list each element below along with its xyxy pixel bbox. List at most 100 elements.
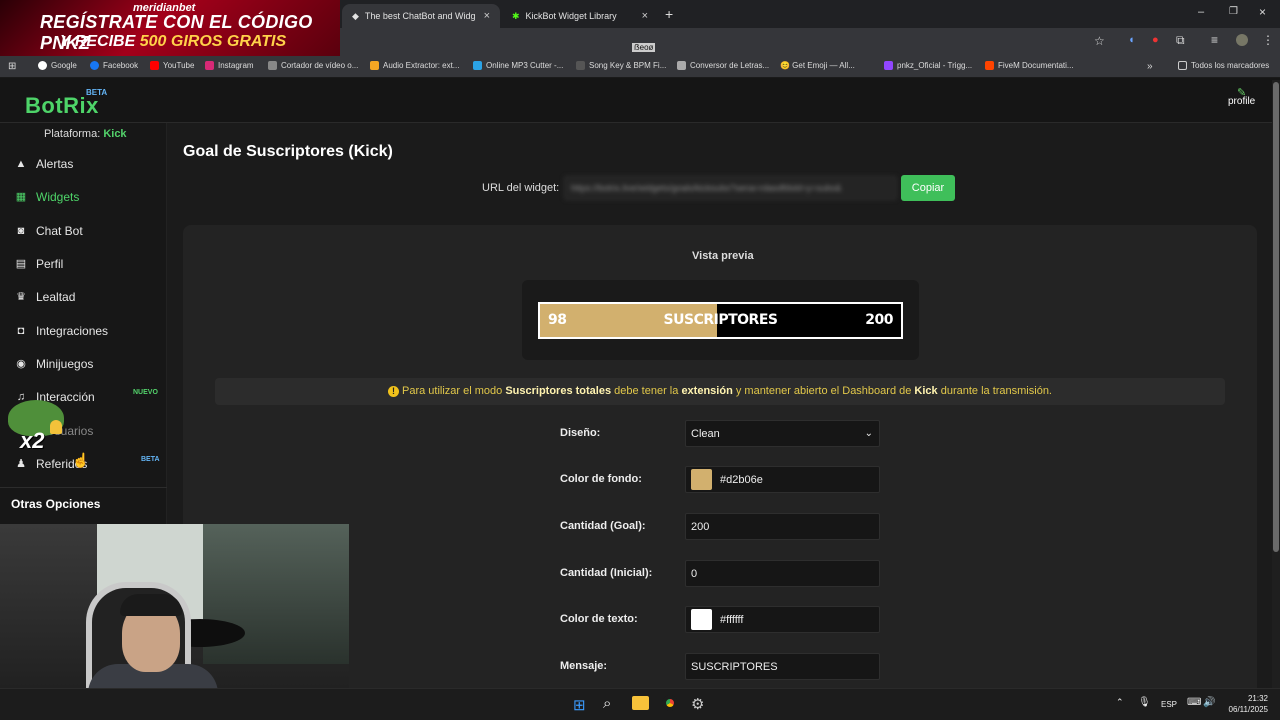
profile-link[interactable]: ✎ profile (1228, 86, 1255, 107)
bookmark-fivem[interactable]: FiveM Documentati... (985, 61, 1074, 70)
sidebar-item-label: Chat Bot (36, 224, 83, 238)
bookmark-youtube[interactable]: YouTube (150, 61, 194, 70)
tab-botrix[interactable]: ◆ The best ChatBot and Widgets × (342, 4, 500, 28)
puzzle-icon[interactable]: ⧉ (1176, 33, 1185, 48)
all-bookmarks-button[interactable]: Todos los marcadores (1178, 61, 1269, 70)
menu-list-icon[interactable]: ≡ (1211, 33, 1218, 47)
sidebar-item-chat-bot[interactable]: ◙ Chat Bot (14, 221, 83, 241)
scrollbar-thumb[interactable] (1273, 82, 1279, 552)
goal-amount-input[interactable]: 200 (685, 513, 880, 540)
sidebar-item-label: Integraciones (36, 324, 109, 338)
volume-icon[interactable]: 🔊 (1203, 697, 1215, 708)
sidebar-item-label: Minijuegos (36, 357, 94, 371)
restore-icon[interactable]: ❐ (1229, 6, 1238, 17)
apps-icon[interactable]: ⊞ (8, 61, 16, 72)
sidebar-item-integraciones[interactable]: ◘ Integraciones (14, 321, 108, 341)
bookmark-conversor[interactable]: Conversor de Letras... (677, 61, 769, 70)
text-color-field[interactable]: #ffffff (685, 606, 880, 633)
sidebar-item-lealtad[interactable]: ♛ Lealtad (14, 287, 75, 307)
bell-icon (50, 420, 62, 434)
copy-url-button[interactable]: Copiar (901, 175, 955, 201)
bookmark-song-key[interactable]: Song Key & BPM Fi... (576, 61, 666, 70)
bg-color-field[interactable]: #d2b06e (685, 466, 880, 493)
windows-start-icon[interactable]: ⊞ (573, 696, 586, 714)
more-bookmarks-icon[interactable]: » (1147, 61, 1153, 72)
widget-url-input[interactable]: https://botrix.live/widgets/goals/kicksu… (564, 176, 897, 200)
taskbar-clock[interactable]: 21:32 06/11/2025 (1222, 693, 1268, 715)
tab-favicon-icon: ✱ (512, 10, 520, 21)
beta-badge: BETA (141, 456, 160, 463)
bookmark-label: Instagram (218, 61, 254, 70)
notice-text: y mantener abierto el Dashboard de (732, 385, 915, 397)
bookmark-label: Song Key & BPM Fi... (589, 61, 667, 70)
message-input[interactable]: SUSCRIPTORES (685, 653, 880, 680)
bookmark-cortador[interactable]: Cortador de vídeo o... (268, 61, 358, 70)
video-cutter-icon (268, 61, 277, 70)
chrome-icon[interactable] (662, 695, 678, 711)
music-icon (576, 61, 585, 70)
bookmark-label: Audio Extractor: ext... (383, 61, 460, 70)
app-icon[interactable]: ⚙ (691, 695, 704, 713)
design-select[interactable]: Clean ⌄ (685, 420, 880, 447)
app-header (0, 78, 1280, 123)
search-icon[interactable]: ⌕ (603, 695, 611, 712)
avatar[interactable] (1236, 34, 1248, 46)
bookmark-pnkz[interactable]: pnkz_Oficial - Trigg... (884, 61, 972, 70)
notice-text: debe tener la (611, 385, 682, 397)
chevron-down-icon: ⌄ (864, 428, 873, 439)
bookmark-label: 😊 Get Emoji — All... (780, 61, 855, 70)
message-label: Mensaje: (560, 660, 608, 672)
widget-url-label: URL del widget: (482, 182, 560, 194)
microphone-icon[interactable]: 🎙 (1138, 697, 1151, 708)
tab-favicon-icon: ◆ (352, 10, 359, 21)
star-icon[interactable]: ☆ (1094, 34, 1105, 48)
tab-kickbot[interactable]: ✱ KickBot Widget Library × (502, 4, 658, 28)
bookmark-google[interactable]: Google (38, 61, 77, 70)
mp3-cutter-icon (473, 61, 482, 70)
goal-target-value: 200 (865, 312, 893, 328)
ad-banner[interactable]: meridianbet REGÍSTRATE CON EL CÓDIGO PNK… (0, 0, 340, 56)
sidebar-item-minijuegos[interactable]: ◉ Minijuegos (14, 354, 93, 374)
close-window-icon[interactable]: × (1259, 5, 1266, 19)
sidebar-item-alertas[interactable]: ▲ Alertas (14, 154, 74, 174)
bookmark-label: pnkz_Oficial - Trigg... (897, 61, 973, 70)
ad-line-2: Y RECIBE 500 GIROS GRATIS (60, 33, 286, 51)
platform-value: Kick (103, 128, 127, 140)
minimize-icon[interactable]: – (1198, 6, 1204, 18)
platform-label: Plataforma: (44, 128, 101, 140)
youtube-icon (150, 61, 159, 70)
bookmark-facebook[interactable]: Facebook (90, 61, 138, 70)
bookmark-instagram[interactable]: Instagram (205, 61, 254, 70)
webcam-person-hair (120, 594, 182, 616)
page-scrollbar[interactable] (1272, 80, 1280, 688)
new-tab-icon[interactable]: + (665, 6, 673, 22)
notice-text: Para utilizar el modo (402, 385, 506, 397)
initial-amount-input[interactable]: 0 (685, 560, 880, 587)
bg-color-swatch[interactable] (691, 469, 712, 490)
language-indicator[interactable]: ESP (1161, 700, 1177, 709)
twitch-icon (884, 61, 893, 70)
bookmark-audio-extractor[interactable]: Audio Extractor: ext... (370, 61, 459, 70)
clock-date: 06/11/2025 (1228, 705, 1268, 714)
initial-amount-value: 0 (691, 567, 698, 580)
file-explorer-icon[interactable] (632, 696, 649, 710)
emote-multiplier: x2 (20, 428, 45, 453)
bookmark-get-emoji[interactable]: 😊 Get Emoji — All... (780, 61, 855, 70)
extension-icon[interactable]: ◖ (1128, 34, 1135, 46)
close-tab-icon[interactable]: × (484, 10, 490, 22)
goal-amount-value: 200 (691, 520, 710, 533)
network-icon[interactable]: ⌨ (1187, 697, 1201, 708)
page-title: Goal de Suscriptores (Kick) (183, 143, 393, 160)
extension-icon[interactable]: ● (1152, 34, 1159, 46)
goal-amount-label: Cantidad (Goal): (560, 520, 646, 532)
bookmark-mp3-cutter[interactable]: Online MP3 Cutter -... (473, 61, 563, 70)
chevron-up-icon[interactable]: ⌃ (1116, 697, 1124, 708)
bookmarks-bar: ⊞ Google Facebook YouTube Instagram Cort… (0, 56, 1280, 78)
close-tab-icon[interactable]: × (642, 10, 648, 22)
sidebar-item-widgets[interactable]: ▦ Widgets (14, 187, 80, 207)
more-icon[interactable]: ⋮ (1262, 33, 1274, 47)
sidebar-item-perfil[interactable]: ▤ Perfil (14, 254, 64, 274)
design-value: Clean (691, 427, 720, 440)
text-color-swatch[interactable] (691, 609, 712, 630)
facebook-icon (90, 61, 99, 70)
